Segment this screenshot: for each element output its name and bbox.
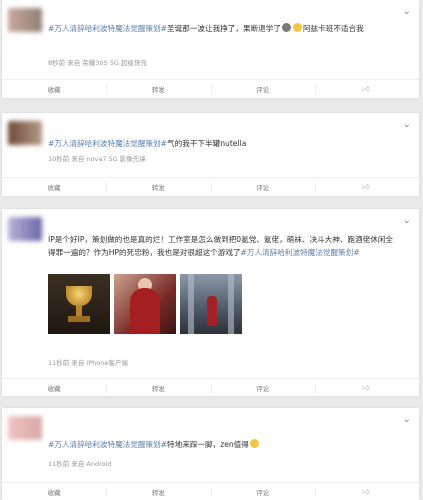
post-meta: 11秒前 来自 Android xyxy=(48,460,112,468)
emoji-icon xyxy=(249,439,259,448)
weibo-feed: ⌄ #万人清辞哈利波特魔法觉醒策划#圣诞那一波让我挣了，果断退学了 阿兹卡班不适合… xyxy=(0,0,423,500)
action-bar: 收藏 转发 评论 👍︎ xyxy=(2,482,419,500)
comment-label: 评论 xyxy=(256,488,270,497)
favorite-label: 收藏 xyxy=(47,384,61,393)
comment-button[interactable]: 评论 xyxy=(210,80,315,97)
topic-link[interactable]: #万人清辞哈利波特魔法觉醒策划# xyxy=(48,139,167,148)
post-card: ⌄ #万人清辞哈利波特魔法觉醒策划#圣诞那一波让我挣了，果断退学了 阿兹卡班不适合… xyxy=(2,0,419,98)
repost-button[interactable]: 转发 xyxy=(106,80,210,97)
avatar[interactable] xyxy=(8,8,42,32)
topic-link[interactable]: #万人清辞哈利波特魔法觉醒策划# xyxy=(48,24,167,33)
repost-button[interactable]: 转发 xyxy=(106,178,210,195)
post-text: IP是个好IP，策划做的也是真的烂！工作室是怎么做到把0氪党、氪佬，萌袜、决斗大… xyxy=(48,233,397,259)
post-card: ⌄ #万人清辞哈利波特魔法觉醒策划#气的我干下半罐nutella 10秒前 来自… xyxy=(2,113,419,196)
post-body: 气的我干下半罐nutella xyxy=(167,139,247,148)
favorite-button[interactable]: 收藏 xyxy=(2,80,106,97)
chevron-down-icon[interactable]: ⌄ xyxy=(403,414,411,425)
post-body: 圣诞那一波让我挣了，果断退学了 xyxy=(167,24,281,33)
chevron-down-icon[interactable]: ⌄ xyxy=(403,215,411,226)
repost-label: 转发 xyxy=(151,384,165,393)
like-button[interactable]: 👍︎ xyxy=(314,178,419,195)
post-body: IP是个好IP，策划做的也是真的烂！工作室是怎么做到把0氪党、氪佬，萌袜、决斗大… xyxy=(48,235,356,244)
repost-label: 转发 xyxy=(151,488,165,497)
avatar[interactable] xyxy=(8,121,42,145)
post-card: ⌄ IP是个好IP，策划做的也是真的烂！工作室是怎么做到把0氪党、氪佬，萌袜、决… xyxy=(2,209,419,396)
comment-label: 评论 xyxy=(256,85,270,94)
post-card: ⌄ #万人清辞哈利波特魔法觉醒策划#特地来踩一脚，zen值得 11秒前 来自 A… xyxy=(2,408,419,500)
chevron-down-icon[interactable]: ⌄ xyxy=(403,6,411,17)
favorite-button[interactable]: 收藏 xyxy=(2,483,106,500)
comment-button[interactable]: 评论 xyxy=(210,379,315,396)
post-text: #万人清辞哈利波特魔法觉醒策划#圣诞那一波让我挣了，果断退学了 阿兹卡班不适合我 xyxy=(48,22,397,35)
post-body-tail: 阿兹卡班不适合我 xyxy=(302,24,364,33)
comment-button[interactable]: 评论 xyxy=(210,178,315,195)
avatar[interactable] xyxy=(8,416,42,440)
topic-link-2[interactable]: 策划# xyxy=(338,248,360,257)
thumb-up-icon: 👍︎ xyxy=(362,183,370,191)
emoji-icon xyxy=(292,23,302,32)
trophy-image[interactable] xyxy=(48,274,110,334)
thumb-up-icon: 👍︎ xyxy=(362,85,370,93)
post-meta: 11秒前 来自 iPhone客户端 xyxy=(48,359,128,367)
post-meta: 8秒前 来自 荣耀30S 5G 超级快充 xyxy=(48,59,147,67)
scene-image[interactable] xyxy=(180,274,242,334)
repost-button[interactable]: 转发 xyxy=(106,379,210,396)
repost-label: 转发 xyxy=(151,183,165,192)
comment-label: 评论 xyxy=(256,183,270,192)
emoji-icon xyxy=(281,23,291,32)
favorite-label: 收藏 xyxy=(47,488,61,497)
topic-link[interactable]: #万人清辞哈利波特魔法觉醒策划# xyxy=(48,440,167,449)
chevron-down-icon[interactable]: ⌄ xyxy=(403,119,411,130)
favorite-button[interactable]: 收藏 xyxy=(2,178,106,195)
favorite-label: 收藏 xyxy=(47,85,61,94)
action-bar: 收藏 转发 评论 👍︎ xyxy=(2,378,419,396)
thumb-up-icon: 👍︎ xyxy=(362,384,370,392)
topic-link[interactable]: #万人清辞哈利波特魔法觉醒 xyxy=(241,248,339,257)
post-body: 特地来踩一脚，zen值得 xyxy=(167,440,249,449)
favorite-button[interactable]: 收藏 xyxy=(2,379,106,396)
post-meta: 10秒前 来自 nova7 5G 影像先锋 xyxy=(48,155,146,163)
comment-button[interactable]: 评论 xyxy=(210,483,315,500)
like-button[interactable]: 👍︎ xyxy=(314,379,419,396)
repost-label: 转发 xyxy=(151,85,165,94)
avatar[interactable] xyxy=(8,217,42,241)
action-bar: 收藏 转发 评论 👍︎ xyxy=(2,177,419,195)
comment-label: 评论 xyxy=(256,384,270,393)
like-button[interactable]: 👍︎ xyxy=(314,483,419,500)
post-text: #万人清辞哈利波特魔法觉醒策划#特地来踩一脚，zen值得 xyxy=(48,438,397,451)
favorite-label: 收藏 xyxy=(47,183,61,192)
image-grid xyxy=(48,274,242,334)
character-image[interactable] xyxy=(114,274,176,334)
like-button[interactable]: 👍︎ xyxy=(314,80,419,97)
post-text: #万人清辞哈利波特魔法觉醒策划#气的我干下半罐nutella xyxy=(48,137,397,150)
repost-button[interactable]: 转发 xyxy=(106,483,210,500)
action-bar: 收藏 转发 评论 👍︎ xyxy=(2,79,419,97)
thumb-up-icon: 👍︎ xyxy=(362,488,370,496)
